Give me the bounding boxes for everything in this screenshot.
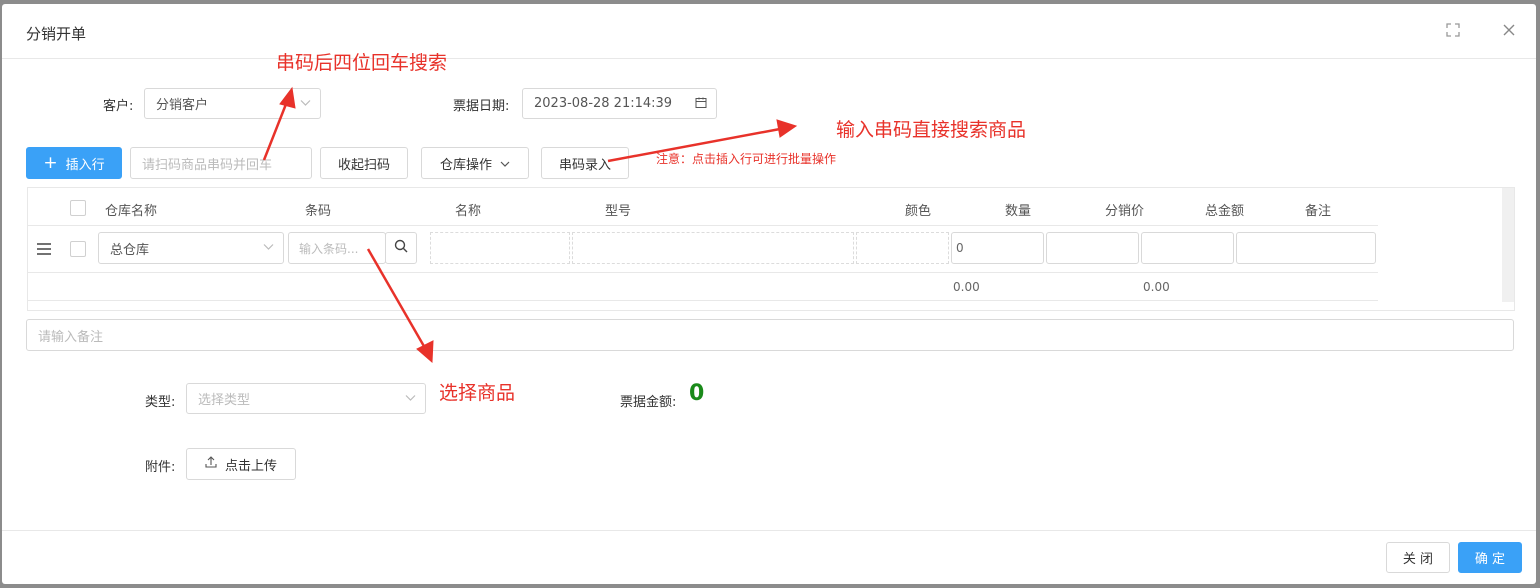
col-quantity: 数量: [1005, 204, 1032, 219]
select-all-checkbox[interactable]: [70, 200, 86, 216]
confirm-button[interactable]: 确 定: [1458, 542, 1522, 573]
col-remark: 备注: [1305, 204, 1332, 219]
amount-value: 0: [689, 381, 705, 406]
col-barcode: 条码: [305, 204, 332, 219]
amount-label: 票据金额:: [620, 395, 677, 410]
fullscreen-icon[interactable]: [1444, 22, 1462, 40]
annotation-select-product: 选择商品: [439, 382, 516, 404]
customer-label: 客户:: [103, 99, 134, 114]
col-color: 颜色: [905, 204, 932, 219]
search-icon: [394, 239, 408, 257]
barcode-input[interactable]: 输入条码...: [288, 232, 386, 264]
model-cell: [572, 232, 854, 264]
amount-total: 0.00: [1143, 280, 1170, 294]
warehouse-ops-button[interactable]: 仓库操作: [421, 147, 529, 179]
annotation-serial-direct: 输入串码直接搜索商品: [836, 119, 1027, 141]
date-picker[interactable]: 2023-08-28 21:14:39: [522, 88, 717, 119]
close-icon[interactable]: [1500, 22, 1518, 40]
modal-title: 分销开单: [26, 25, 87, 43]
date-label: 票据日期:: [453, 99, 510, 114]
totals-divider: [28, 300, 1378, 301]
upload-icon: [205, 456, 217, 472]
drag-handle-icon[interactable]: [37, 243, 51, 259]
remark-input[interactable]: [1236, 232, 1376, 264]
quantity-input[interactable]: 0: [951, 232, 1044, 264]
collapse-scan-button[interactable]: 收起扫码: [320, 147, 408, 179]
customer-value: 分销客户: [156, 98, 209, 113]
chevron-down-icon: [300, 98, 311, 109]
modal-header: 分销开单: [2, 4, 1536, 59]
color-cell: [856, 232, 949, 264]
calendar-icon: [695, 96, 707, 111]
table-scrollbar[interactable]: [1502, 188, 1514, 302]
close-button[interactable]: 关 闭: [1386, 542, 1450, 573]
col-total: 总金额: [1205, 204, 1245, 219]
name-cell: [430, 232, 570, 264]
row-divider: [28, 272, 1378, 273]
price-input[interactable]: [1046, 232, 1139, 264]
attachment-label: 附件:: [145, 460, 176, 475]
warehouse-select[interactable]: 总仓库: [98, 232, 284, 264]
upload-button[interactable]: 点击上传: [186, 448, 296, 480]
scan-serial-input[interactable]: 请扫码商品串码并回车: [130, 147, 312, 179]
col-warehouse: 仓库名称: [105, 204, 158, 219]
type-label: 类型:: [145, 395, 176, 410]
plus-icon: +: [43, 152, 58, 173]
header-divider: [28, 225, 1378, 226]
row-checkbox[interactable]: [70, 241, 86, 257]
sales-order-modal: 分销开单 串码后四位回车搜索 输入串码直接搜索商品 选择商品 注意：点击插入行可…: [2, 4, 1536, 584]
annotation-serial-search: 串码后四位回车搜索: [276, 52, 448, 74]
col-price: 分销价: [1105, 204, 1145, 219]
type-select[interactable]: 选择类型: [186, 383, 426, 414]
chevron-down-icon: [263, 243, 274, 254]
col-model: 型号: [605, 204, 632, 219]
quantity-total: 0.00: [953, 280, 980, 294]
insert-row-button[interactable]: + 插入行: [26, 147, 122, 179]
chevron-down-icon: [405, 393, 416, 404]
serial-entry-button[interactable]: 串码录入: [541, 147, 629, 179]
col-name: 名称: [455, 204, 482, 219]
date-value: 2023-08-28 21:14:39: [534, 96, 673, 111]
batch-note: 注意：点击插入行可进行批量操作: [656, 152, 837, 166]
total-input[interactable]: [1141, 232, 1234, 264]
chevron-down-icon: [500, 156, 510, 171]
footer-divider: [2, 530, 1536, 531]
remark-textarea[interactable]: 请输入备注: [26, 319, 1514, 351]
customer-select[interactable]: 分销客户: [144, 88, 321, 119]
search-button[interactable]: [385, 232, 417, 264]
product-table: 仓库名称 条码 名称 型号 颜色 数量 分销价 总金额 备注 总仓库 输入条码.…: [27, 187, 1515, 311]
